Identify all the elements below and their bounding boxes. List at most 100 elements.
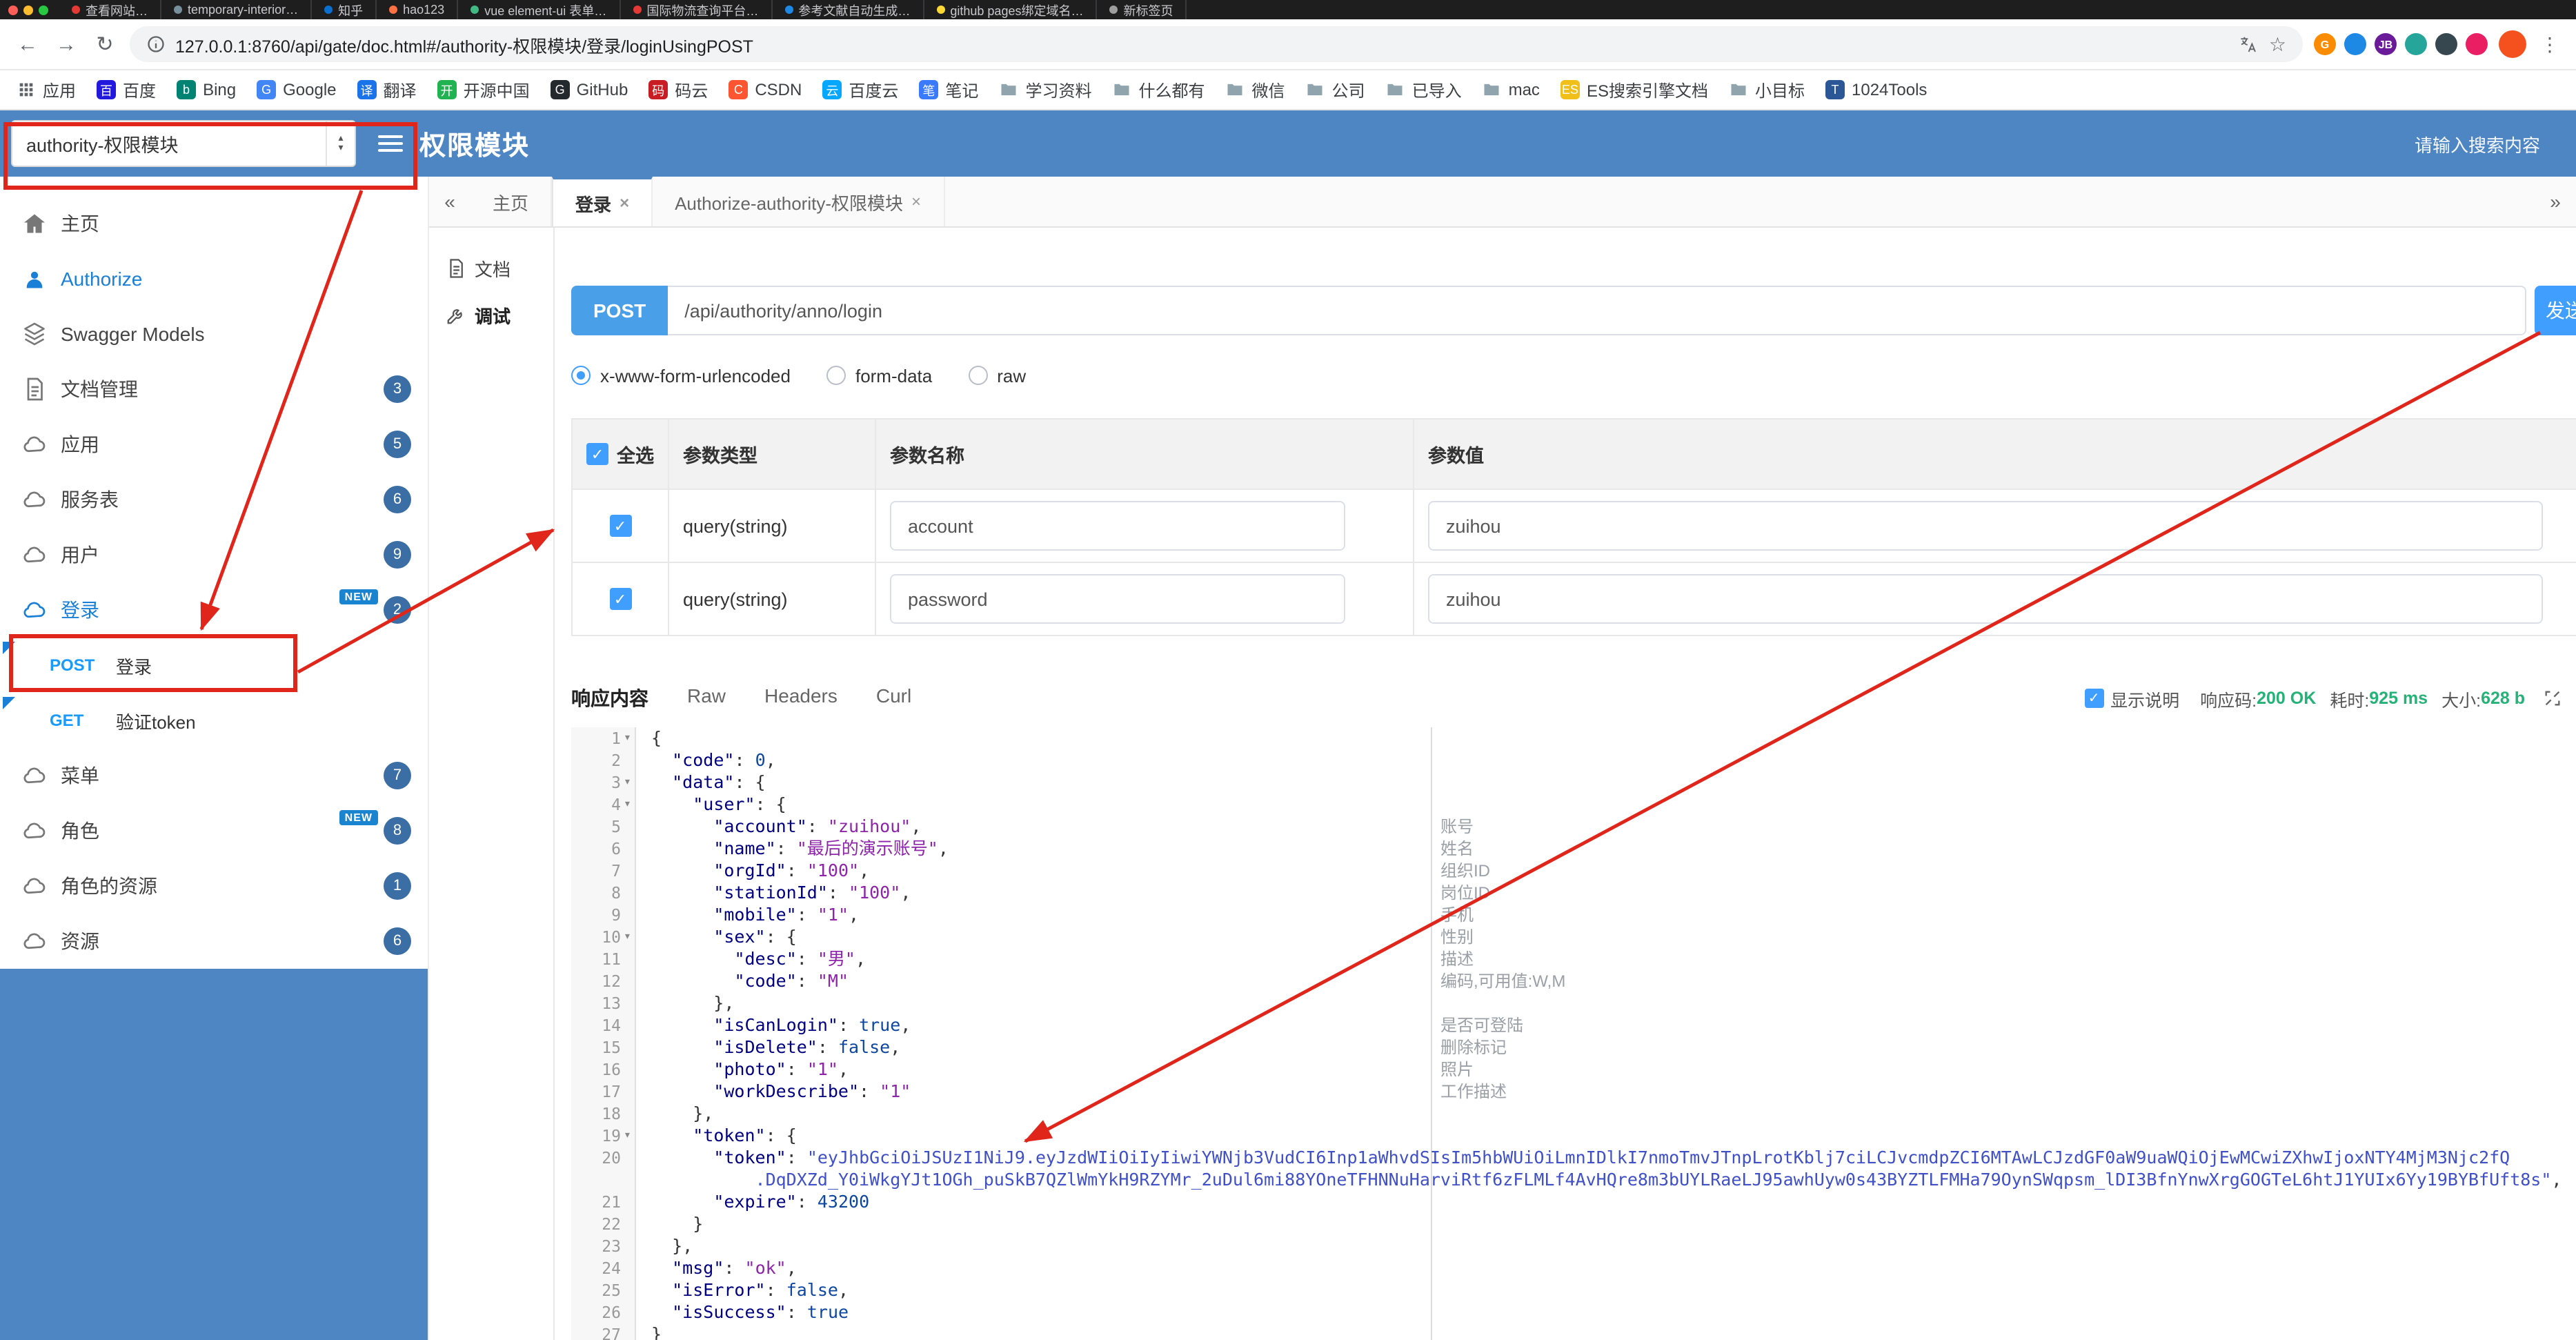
tabs-scroll-left-icon[interactable]: « xyxy=(429,190,470,213)
bookmark-item[interactable]: T 1024Tools xyxy=(1825,80,1927,99)
tab-close-icon[interactable]: × xyxy=(620,193,629,213)
fold-caret-icon[interactable]: ▾ xyxy=(624,794,631,816)
side-tab-debug[interactable]: 调试 xyxy=(429,291,553,338)
bookmark-item[interactable]: G GitHub xyxy=(550,80,628,99)
extension-icon[interactable] xyxy=(2405,33,2427,55)
bookmark-item[interactable]: 码码云 xyxy=(648,78,708,101)
browser-tab[interactable]: github pages绑定域名… xyxy=(924,0,1098,19)
profile-avatar[interactable] xyxy=(2499,30,2526,58)
bookmark-item[interactable]: 公司 xyxy=(1306,78,1365,101)
browser-menu-icon[interactable]: ⋮ xyxy=(2537,32,2562,56)
sidebar-item[interactable]: 服务表 6 xyxy=(0,472,428,527)
browser-tab[interactable]: 查看网站… xyxy=(59,0,162,19)
sidebar-item[interactable]: 登录 NEW 2 xyxy=(0,582,428,638)
browser-tab[interactable]: 参考文献自动生成… xyxy=(772,0,924,19)
info-icon[interactable] xyxy=(146,35,166,54)
fold-caret-icon[interactable]: ▾ xyxy=(624,1125,631,1147)
send-button[interactable]: 发送 xyxy=(2535,286,2576,335)
sidebar-item-label: 文档管理 xyxy=(61,378,138,400)
bookmark-item[interactable]: G Google xyxy=(257,80,337,99)
sidebar-item[interactable]: 角色的资源 1 xyxy=(0,858,428,914)
content-tab[interactable]: 登录 × xyxy=(552,177,653,226)
extension-icon[interactable] xyxy=(2435,33,2457,55)
param-name-input[interactable] xyxy=(890,501,1345,551)
content-tab[interactable]: 主页 xyxy=(470,177,553,226)
forward-icon[interactable]: → xyxy=(52,32,80,56)
sidebar-item[interactable]: Authorize xyxy=(0,251,428,306)
param-value-input[interactable] xyxy=(1428,501,2543,551)
module-select[interactable]: authority-权限模块 ▴ ▾ xyxy=(11,120,356,167)
sidebar-item[interactable]: 文档管理 3 xyxy=(0,362,428,417)
browser-tab[interactable]: 国际物流查询平台… xyxy=(620,0,773,19)
maximize-window-icon[interactable] xyxy=(39,5,48,14)
bookmark-item[interactable]: 译翻译 xyxy=(357,78,417,101)
browser-tab[interactable]: hao123 xyxy=(377,0,459,19)
bookmark-item[interactable]: 什么都有 xyxy=(1112,78,1205,101)
browser-tab[interactable]: temporary-interior… xyxy=(161,0,313,19)
param-name-input[interactable] xyxy=(890,574,1345,624)
field-description: 账号 xyxy=(1440,817,1474,836)
sidebar-endpoint-post[interactable]: POST 登录 xyxy=(0,638,428,693)
window-controls[interactable] xyxy=(8,5,48,14)
request-path-input[interactable] xyxy=(668,286,2526,335)
browser-tab[interactable]: 知乎 xyxy=(312,0,377,19)
header-search-input[interactable]: 请输入搜索内容 xyxy=(2415,130,2565,157)
sidebar-item[interactable]: 主页 xyxy=(0,196,428,251)
bookmark-item[interactable]: 小目标 xyxy=(1729,78,1805,101)
bookmark-item[interactable]: 笔笔记 xyxy=(919,78,978,101)
response-tab[interactable]: 响应内容 xyxy=(571,684,648,712)
content-tab[interactable]: Authorize-authority-权限模块 × xyxy=(653,177,945,226)
sidebar-item[interactable]: Swagger Models xyxy=(0,306,428,362)
bookmark-item[interactable]: b Bing xyxy=(177,80,236,99)
sidebar-item[interactable]: 角色 NEW 8 xyxy=(0,803,428,858)
translate-icon[interactable] xyxy=(2239,34,2259,55)
select-all-checkbox[interactable]: ✓ xyxy=(586,443,608,465)
response-tab[interactable]: Raw xyxy=(687,684,726,712)
tabs-scroll-right-icon[interactable]: » xyxy=(2535,190,2576,213)
content-type-option[interactable]: x-www-form-urlencoded xyxy=(571,365,791,386)
minimize-window-icon[interactable] xyxy=(23,5,33,14)
sidebar-item[interactable]: 用户 9 xyxy=(0,527,428,582)
bookmark-item[interactable]: C CSDN xyxy=(729,80,802,99)
extension-icon[interactable] xyxy=(2344,33,2366,55)
bookmark-item[interactable]: ES ES搜索引擎文档 xyxy=(1560,78,1708,101)
bookmark-item[interactable]: 应用 xyxy=(17,78,76,101)
sidebar-item[interactable]: 资源 6 xyxy=(0,914,428,969)
sidebar-item[interactable]: 菜单 7 xyxy=(0,748,428,803)
bookmark-item[interactable]: mac xyxy=(1483,80,1540,99)
param-value-input[interactable] xyxy=(1428,574,2543,624)
close-window-icon[interactable] xyxy=(8,5,18,14)
expand-icon[interactable] xyxy=(2543,689,2562,708)
response-tab[interactable]: Headers xyxy=(764,684,838,712)
sidebar-item[interactable]: 应用 5 xyxy=(0,417,428,472)
extension-icon[interactable]: JB xyxy=(2375,33,2397,55)
extension-icon[interactable] xyxy=(2466,33,2488,55)
fold-caret-icon[interactable]: ▾ xyxy=(624,926,631,948)
checkbox-checked-icon[interactable]: ✓ xyxy=(609,588,631,610)
checkbox-checked-icon[interactable]: ✓ xyxy=(609,515,631,537)
bookmark-item[interactable]: 已导入 xyxy=(1386,78,1462,101)
sidebar-endpoint-get[interactable]: GET 验证token xyxy=(0,693,428,748)
fold-caret-icon[interactable]: ▾ xyxy=(624,727,631,749)
tab-close-icon[interactable]: × xyxy=(911,192,921,211)
content-type-option[interactable]: raw xyxy=(968,365,1026,386)
refresh-icon[interactable]: ↻ xyxy=(91,32,119,57)
bookmark-item[interactable]: 百百度 xyxy=(97,78,156,101)
fold-caret-icon[interactable]: ▾ xyxy=(624,771,631,794)
bookmark-item[interactable]: 开开源中国 xyxy=(437,78,530,101)
response-editor[interactable]: 1 ▾{2 "code": 0, 3 ▾ "data": {4 ▾ "user": {5… xyxy=(571,727,2576,1340)
star-icon[interactable]: ☆ xyxy=(2269,32,2286,56)
response-tab[interactable]: Curl xyxy=(876,684,911,712)
bookmark-item[interactable]: 云百度云 xyxy=(822,78,898,101)
content-type-option[interactable]: form-data xyxy=(826,365,932,386)
extension-icon[interactable]: G xyxy=(2314,33,2336,55)
bookmark-item[interactable]: 学习资料 xyxy=(999,78,1091,101)
bookmark-item[interactable]: 微信 xyxy=(1226,78,1285,101)
browser-tab[interactable]: 新标签页 xyxy=(1097,0,1187,19)
browser-tab[interactable]: vue element-ui 表单… xyxy=(458,0,621,19)
menu-toggle-icon[interactable] xyxy=(378,131,403,156)
side-tab-doc[interactable]: 文档 xyxy=(429,244,553,291)
back-icon[interactable]: ← xyxy=(14,32,41,56)
url-bar[interactable]: 127.0.0.1:8760/api/gate/doc.html#/author… xyxy=(130,26,2303,62)
show-desc-checkbox[interactable]: ✓ xyxy=(2084,689,2104,708)
